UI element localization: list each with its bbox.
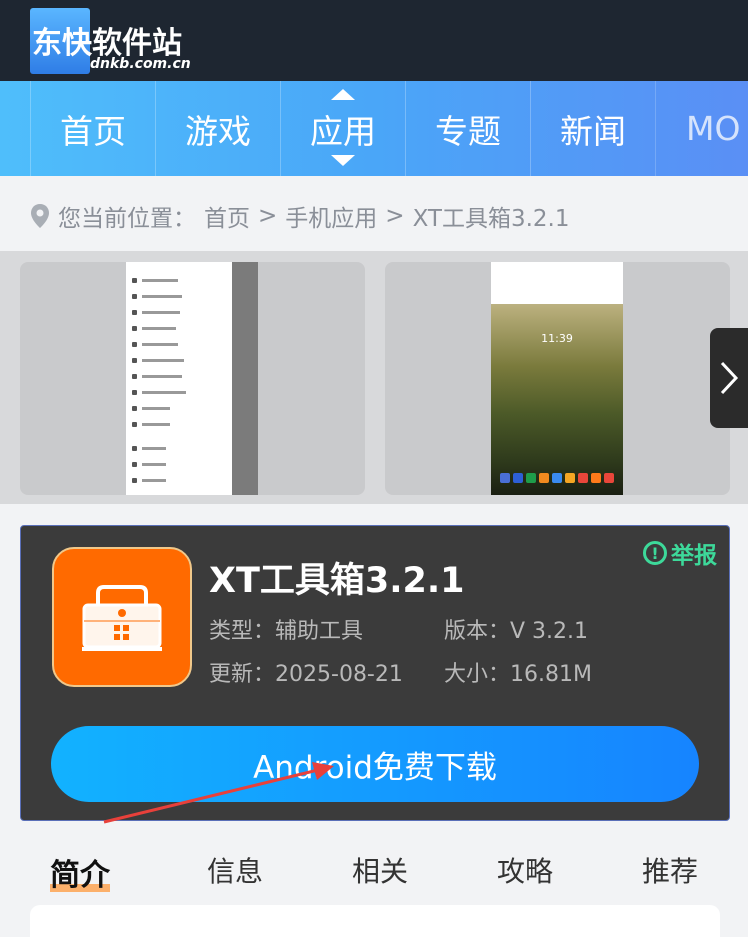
app-icon [52, 547, 192, 687]
tab-recommend[interactable]: 推荐 [642, 850, 698, 890]
screenshot-gallery: 11:39 [0, 251, 748, 504]
exclamation-icon: ! [643, 541, 667, 565]
app-version: 版本：V 3.2.1 [444, 619, 589, 644]
tab-intro[interactable]: 简介 [50, 850, 110, 894]
screenshot-menu-image [126, 262, 258, 495]
tab-info[interactable]: 信息 [207, 850, 263, 890]
app-title: XT工具箱3.2.1 [209, 561, 465, 601]
breadcrumb-home[interactable]: 首页 [204, 199, 250, 233]
android-download-button[interactable]: Android免费下载 [51, 726, 699, 802]
site-header: 东快软件站 dnkb.com.cn [0, 0, 748, 81]
breadcrumb: 您当前位置： 首页 > 手机应用 > XT工具箱3.2.1 [30, 198, 578, 234]
gallery-next-button[interactable] [710, 328, 748, 428]
nav-item-home[interactable]: 首页 [30, 81, 155, 176]
screenshot-1[interactable] [20, 262, 365, 495]
breadcrumb-category[interactable]: 手机应用 [285, 199, 377, 233]
breadcrumb-separator: > [385, 203, 405, 229]
app-size: 大小：16.81M [444, 662, 592, 687]
toolbox-icon [82, 585, 162, 651]
screenshot-clock: 11:39 [541, 332, 573, 345]
nav-item-news[interactable]: 新闻 [530, 81, 655, 176]
app-info-card: ! 举报 XT工具箱3.2.1 类型：辅助工具 版本：V 3.2.1 更新：20… [20, 525, 730, 821]
detail-tabs: 简介 信息 相关 攻略 推荐 [0, 840, 748, 900]
site-logo[interactable]: 东快软件站 dnkb.com.cn [30, 8, 191, 74]
main-nav: 首页 游戏 应用 专题 新闻 MO [0, 81, 748, 176]
chevron-right-icon [720, 361, 739, 395]
app-updated: 更新：2025-08-21 [209, 662, 403, 687]
intro-content-card [30, 905, 720, 937]
tab-related[interactable]: 相关 [352, 850, 408, 890]
breadcrumb-current[interactable]: XT工具箱3.2.1 [413, 199, 570, 233]
breadcrumb-separator: > [258, 203, 278, 229]
screenshot-2[interactable]: 11:39 [385, 262, 730, 495]
nav-item-games[interactable]: 游戏 [155, 81, 280, 176]
nav-item-apps[interactable]: 应用 [280, 81, 405, 176]
location-pin-icon [31, 204, 49, 228]
tab-guides[interactable]: 攻略 [497, 850, 553, 890]
screenshot-forest-image: 11:39 [491, 262, 623, 495]
nav-item-more[interactable]: MO [655, 81, 748, 176]
report-label: 举报 [671, 543, 717, 569]
logo-domain: dnkb.com.cn [90, 56, 191, 72]
nav-item-topics[interactable]: 专题 [405, 81, 530, 176]
app-type: 类型：辅助工具 [209, 619, 364, 644]
report-button[interactable]: ! 举报 [643, 536, 717, 570]
breadcrumb-prefix: 您当前位置： [58, 206, 196, 232]
